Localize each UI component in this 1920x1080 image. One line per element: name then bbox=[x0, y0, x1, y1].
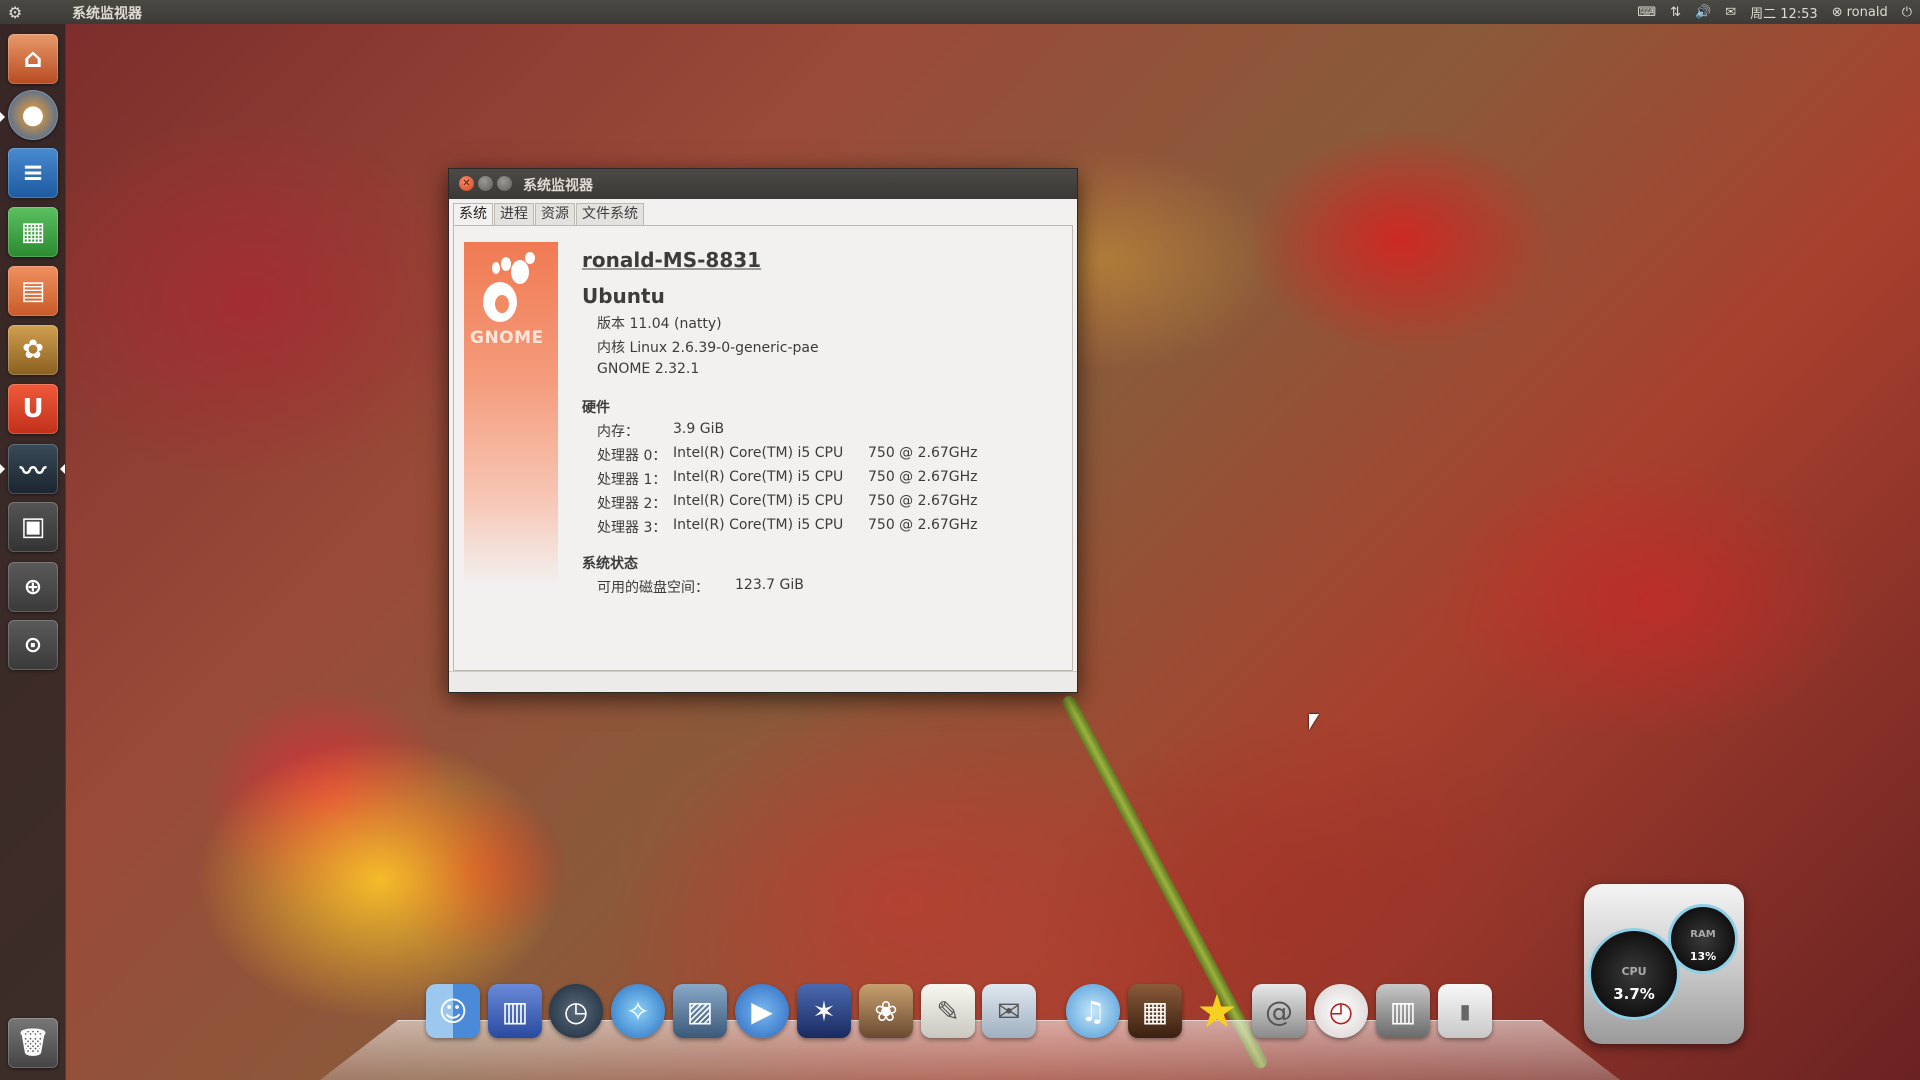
window-statusbar bbox=[449, 671, 1077, 692]
home-folder-icon[interactable]: ⌂ bbox=[8, 34, 58, 84]
mail-icon[interactable]: ✉ bbox=[1725, 5, 1736, 20]
processor-label: 处理器 3： bbox=[597, 520, 667, 536]
ubuntu-one-icon[interactable]: U bbox=[8, 384, 58, 434]
user-name[interactable]: ronald bbox=[1847, 5, 1888, 20]
processor-model: Intel(R) Core(TM) i5 CPU bbox=[673, 517, 844, 533]
processor-speed: 750 @ 2.67GHz bbox=[868, 469, 978, 485]
tab-system[interactable]: 系统 bbox=[453, 203, 493, 226]
processor-label: 处理器 2： bbox=[597, 496, 667, 512]
cpu-gauge-value: 3.7% bbox=[1613, 985, 1655, 1003]
zoom-in-icon[interactable]: ⊕ bbox=[8, 562, 58, 612]
ubuntu-logo-icon[interactable]: ⚙ bbox=[0, 0, 30, 24]
textedit-icon[interactable]: ✎ bbox=[921, 984, 975, 1038]
iphoto-icon[interactable]: ❀ bbox=[859, 984, 913, 1038]
distro-name: Ubuntu bbox=[582, 284, 665, 308]
processor-speed: 750 @ 2.67GHz bbox=[868, 517, 978, 533]
document-icon[interactable]: ▮ bbox=[1438, 984, 1492, 1038]
safari-icon[interactable]: ✧ bbox=[611, 984, 665, 1038]
gnome-logo-panel: GNOME bbox=[464, 242, 558, 586]
preview-icon[interactable]: ▨ bbox=[673, 984, 727, 1038]
gnome-logo-text: GNOME bbox=[470, 328, 544, 348]
cpu-gauge: CPU 3.7% bbox=[1588, 928, 1680, 1020]
processor-model: Intel(R) Core(TM) i5 CPU bbox=[673, 445, 844, 461]
tab-bar: 系统 进程 资源 文件系统 bbox=[453, 203, 645, 226]
time-machine-icon[interactable]: ◷ bbox=[549, 984, 603, 1038]
finder-icon[interactable]: ☺ bbox=[426, 984, 480, 1038]
writer-icon[interactable]: ≡ bbox=[8, 148, 58, 198]
favorites-star-icon[interactable]: ★ bbox=[1190, 984, 1244, 1038]
tab-processes[interactable]: 进程 bbox=[494, 203, 534, 225]
disk-space-value: 123.7 GiB bbox=[735, 577, 804, 593]
mouse-pointer-icon bbox=[1309, 714, 1319, 730]
clock-icon[interactable]: ◴ bbox=[1314, 984, 1368, 1038]
maximize-button[interactable] bbox=[497, 176, 512, 191]
processor-model: Intel(R) Core(TM) i5 CPU bbox=[673, 469, 844, 485]
memory-label: 内存： bbox=[597, 424, 639, 440]
window-title: 系统监视器 bbox=[523, 178, 593, 194]
processor-label: 处理器 0： bbox=[597, 448, 667, 464]
hostname: ronald-MS-8831 bbox=[582, 248, 762, 272]
power-icon[interactable]: ⏻ bbox=[1902, 5, 1912, 20]
facetime-icon[interactable]: ▶ bbox=[735, 984, 789, 1038]
mail-package-icon[interactable]: ✉ bbox=[982, 984, 1036, 1038]
cpu-gauge-label: CPU bbox=[1621, 965, 1647, 978]
address-book-icon[interactable]: @ bbox=[1252, 984, 1306, 1038]
processor-speed: 750 @ 2.67GHz bbox=[868, 445, 978, 461]
gnome-version-line: GNOME 2.32.1 bbox=[597, 361, 700, 377]
memory-value: 3.9 GiB bbox=[673, 421, 725, 437]
running-indicator bbox=[0, 112, 5, 122]
calc-icon[interactable]: ▦ bbox=[8, 207, 58, 257]
system-status-heading: 系统状态 bbox=[582, 556, 638, 572]
system-monitor-icon[interactable]: 〰 bbox=[8, 444, 58, 494]
ram-gauge-label: RAM bbox=[1690, 929, 1716, 940]
launcher: ⌂ ● ≡ ▦ ▤ ✿ U 〰 ▣ ⊕ ⊙ 🗑 bbox=[0, 24, 66, 1080]
indicator-area: ⌨ ⇅ 🔊 ✉ 周二 12:53 ⊗ ronald ⏻ bbox=[1637, 0, 1912, 24]
window-titlebar[interactable]: ✕ 系统监视器 bbox=[449, 169, 1077, 199]
close-button[interactable]: ✕ bbox=[459, 176, 474, 191]
version-line: 版本 11.04 (natty) bbox=[597, 316, 722, 332]
network-icon[interactable]: ⇅ bbox=[1670, 5, 1681, 20]
volume-icon[interactable]: 🔊 bbox=[1695, 5, 1711, 20]
zoom-fit-icon[interactable]: ⊙ bbox=[8, 620, 58, 670]
impress-icon[interactable]: ▤ bbox=[8, 266, 58, 316]
imovie-icon[interactable]: ✶ bbox=[797, 984, 851, 1038]
kernel-line: 内核 Linux 2.6.39-0-generic-pae bbox=[597, 340, 819, 356]
firefox-icon[interactable]: ● bbox=[8, 90, 58, 140]
gnome-foot-icon bbox=[483, 252, 535, 322]
system-monitor-window: ✕ 系统监视器 系统 进程 资源 文件系统 GNOME ronald-MS-88… bbox=[448, 168, 1078, 693]
software-center-icon[interactable]: ✿ bbox=[8, 325, 58, 375]
minimize-button[interactable] bbox=[478, 176, 493, 191]
hardware-heading: 硬件 bbox=[582, 400, 610, 416]
photo-booth-icon[interactable]: ▦ bbox=[1128, 984, 1182, 1038]
user-icon[interactable]: ⊗ bbox=[1832, 5, 1843, 20]
trash-icon[interactable]: 🗑 bbox=[8, 1018, 58, 1068]
processor-label: 处理器 1： bbox=[597, 472, 667, 488]
panel-app-title: 系统监视器 bbox=[72, 6, 142, 22]
trash-can-icon[interactable]: ▥ bbox=[1376, 984, 1430, 1038]
focused-indicator bbox=[60, 464, 65, 474]
running-indicator bbox=[0, 464, 5, 474]
dashboard-icon[interactable]: ▥ bbox=[488, 984, 542, 1038]
clock[interactable]: 周二 12:53 bbox=[1750, 3, 1818, 22]
workspace-switcher-icon[interactable]: ▣ bbox=[8, 502, 58, 552]
processor-speed: 750 @ 2.67GHz bbox=[868, 493, 978, 509]
tab-filesystems[interactable]: 文件系统 bbox=[576, 203, 644, 225]
tab-resources[interactable]: 资源 bbox=[535, 203, 575, 225]
system-tab-content: GNOME ronald-MS-8831 Ubuntu 版本 11.04 (na… bbox=[453, 225, 1073, 671]
keyboard-icon[interactable]: ⌨ bbox=[1637, 5, 1656, 20]
disk-space-label: 可用的磁盘空间： bbox=[597, 580, 709, 596]
processor-model: Intel(R) Core(TM) i5 CPU bbox=[673, 493, 844, 509]
top-panel: ⚙ 系统监视器 ⌨ ⇅ 🔊 ✉ 周二 12:53 ⊗ ronald ⏻ bbox=[0, 0, 1920, 24]
ram-gauge-value: 13% bbox=[1689, 950, 1717, 963]
itunes-icon[interactable]: ♫ bbox=[1066, 984, 1120, 1038]
cpu-ram-gauge-widget[interactable]: RAM 13% CPU 3.7% bbox=[1584, 884, 1744, 1044]
